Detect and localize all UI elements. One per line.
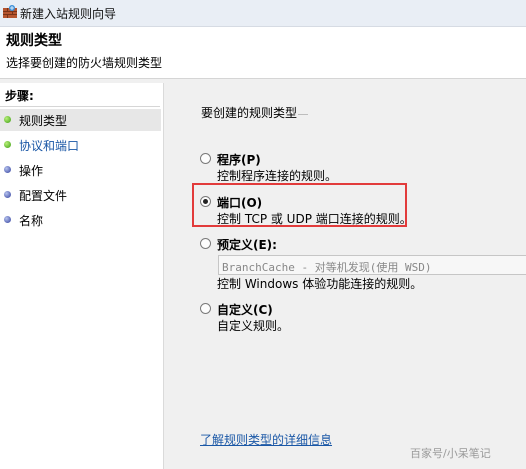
rule-type-prompt: 要创建的规则类型 (201, 106, 298, 120)
prompt-separator (298, 114, 308, 115)
firewall-shield-icon (3, 5, 17, 18)
step-pending-bullet-icon (4, 216, 11, 223)
step-pending-bullet-icon (4, 166, 11, 173)
step-profile[interactable]: 配置文件 (0, 184, 161, 206)
predefined-select[interactable]: BranchCache - 对等机发现(使用 WSD) (218, 255, 526, 275)
window-title: 新建入站规则向导 (20, 7, 117, 21)
highlight-box (192, 183, 407, 227)
custom-radio[interactable] (200, 303, 211, 314)
wizard-header: 规则类型 选择要创建的防火墙规则类型 (0, 27, 526, 79)
learn-more-link[interactable]: 了解规则类型的详细信息 (200, 431, 332, 448)
watermark: 百家号/小呆笔记 (410, 447, 491, 460)
title-bar: 新建入站规则向导 (0, 0, 526, 27)
custom-option-label[interactable]: 自定义(C) (217, 301, 273, 318)
step-action[interactable]: 操作 (0, 159, 161, 181)
step-complete-bullet-icon (4, 116, 11, 123)
step-label: 规则类型 (19, 114, 68, 128)
predefined-option-label[interactable]: 预定义(E): (217, 236, 277, 253)
step-label: 名称 (19, 214, 44, 228)
step-label: 配置文件 (19, 189, 68, 203)
custom-option-desc: 自定义规则。 (217, 319, 290, 333)
steps-divider (0, 106, 160, 107)
step-label: 操作 (19, 164, 44, 178)
step-pending-bullet-icon (4, 191, 11, 198)
predefined-option-desc: 控制 Windows 体验功能连接的规则。 (217, 277, 423, 291)
step-rule-type[interactable]: 规则类型 (0, 109, 161, 131)
program-radio[interactable] (200, 153, 211, 164)
step-complete-bullet-icon (4, 141, 11, 148)
program-option-desc: 控制程序连接的规则。 (217, 169, 338, 183)
predefined-radio[interactable] (200, 238, 211, 249)
steps-sidebar: 步骤: 规则类型 协议和端口 操作 配置文件 名称 (0, 83, 164, 469)
predefined-select-value: BranchCache - 对等机发现(使用 WSD) (222, 261, 432, 274)
page-subtitle: 选择要创建的防火墙规则类型 (6, 56, 163, 70)
steps-header: 步骤: (5, 89, 34, 103)
program-option-label[interactable]: 程序(P) (217, 151, 261, 168)
page-title: 规则类型 (6, 33, 62, 49)
step-label: 协议和端口 (19, 139, 80, 153)
step-protocol-port[interactable]: 协议和端口 (0, 134, 161, 156)
step-name[interactable]: 名称 (0, 209, 161, 231)
